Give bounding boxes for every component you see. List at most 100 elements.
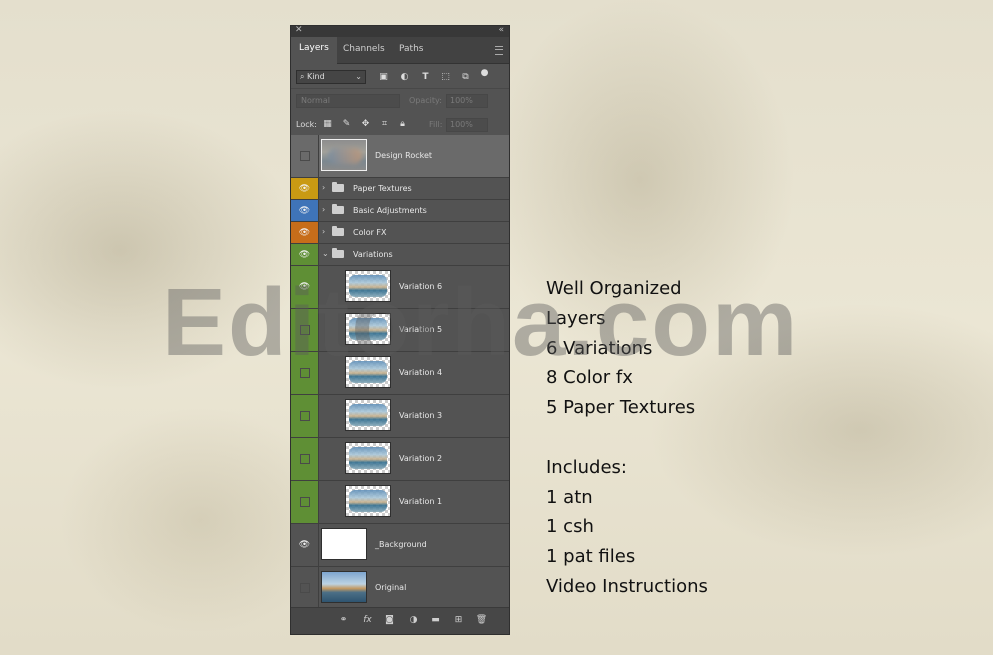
include-item: Video Instructions [546,575,708,597]
lock-all-icon[interactable]: 🔒︎ [397,119,408,130]
thumbnail-art [349,490,387,512]
layer-row[interactable]: Variation 1 [291,481,509,524]
visibility-toggle[interactable] [291,395,319,437]
layer-name: Variation 2 [399,454,443,463]
chevron-down-icon[interactable]: ⌄ [322,249,329,258]
layer-name: Design Rocket [375,151,433,160]
tab-channels[interactable]: Channels [343,44,385,54]
layer-thumbnail [345,270,391,302]
layer-row[interactable]: Original [291,567,509,610]
layer-thumbnail [321,139,367,171]
lock-artboard-icon[interactable]: ⌗ [379,119,390,130]
filter-row: ⌕ Kind ⌄ ▣ ◐ T ⬚ ⧉ ● [291,64,509,88]
chevron-right-icon[interactable]: › [322,227,325,236]
delete-layer-icon[interactable]: 🗑︎ [475,614,488,627]
feature-list: Well Organized Layers 6 Variations 8 Col… [546,274,708,602]
eye-icon: 👁︎ [298,227,311,238]
filter-toggle-icon[interactable]: ● [479,68,490,79]
hidden-icon [300,368,310,378]
shape-filter-icon[interactable]: ⬚ [440,72,451,83]
adjustment-filter-icon[interactable]: ◐ [399,72,410,83]
eye-icon: 👁︎ [298,540,311,550]
add-mask-icon[interactable]: ◙ [383,614,396,627]
layer-thumbnail [321,571,367,603]
tab-paths[interactable]: Paths [399,44,423,54]
opacity-field[interactable]: 100% [446,94,488,108]
visibility-toggle[interactable] [291,438,319,480]
eye-icon: 👁︎ [298,282,311,292]
layer-group-row[interactable]: 👁︎ › Basic Adjustments [291,200,509,222]
visibility-toggle[interactable]: 👁︎ [291,200,319,221]
layer-name: _Background [375,540,427,549]
feature-line: Layers [546,307,606,329]
layer-thumbnail [345,399,391,431]
layer-name: Variation 6 [399,282,443,291]
filter-kind-select[interactable]: ⌕ Kind ⌄ [296,70,366,84]
visibility-toggle[interactable] [291,135,319,177]
thumbnail-art [328,148,362,164]
thumbnail-art [349,404,387,426]
lock-transparent-icon[interactable]: ▦ [322,119,333,130]
visibility-toggle[interactable]: 👁︎ [291,266,319,308]
visibility-toggle[interactable] [291,352,319,394]
layer-row[interactable]: Variation 5 [291,309,509,352]
eye-icon: 👁︎ [298,183,311,194]
new-adjustment-icon[interactable]: ◑ [407,614,420,627]
layer-name: Original [375,583,407,592]
layer-row[interactable]: Design Rocket [291,135,509,178]
close-icon[interactable]: ✕ [295,25,303,35]
filter-kind-label: Kind [307,72,325,81]
include-item: 1 atn [546,486,593,508]
search-icon: ⌕ [300,72,305,81]
panel-tabs: Layers Channels Paths [291,37,509,66]
hidden-icon [300,411,310,421]
visibility-toggle[interactable]: 👁︎ [291,524,319,566]
link-layers-icon[interactable]: ⚭ [337,614,350,627]
feature-line: 5 Paper Textures [546,397,696,419]
layer-group-row[interactable]: 👁︎ › Paper Textures [291,178,509,200]
visibility-toggle[interactable]: 👁︎ [291,222,319,243]
visibility-toggle[interactable] [291,567,319,609]
new-layer-icon[interactable]: ⊞ [452,614,465,627]
layers-panel: ✕ « Layers Channels Paths ⌕ Kind ⌄ ▣ ◐ T… [290,25,510,635]
chevron-right-icon[interactable]: › [322,183,325,192]
layer-group-row[interactable]: 👁︎ › Color FX [291,222,509,244]
layer-row[interactable]: Variation 3 [291,395,509,438]
layer-name: Paper Textures [353,184,412,193]
thumbnail-art [349,318,387,340]
layer-row[interactable]: Variation 4 [291,352,509,395]
feature-line: Well Organized [546,278,682,299]
pixel-filter-icon[interactable]: ▣ [378,72,389,83]
type-filter-icon[interactable]: T [420,72,431,83]
blend-mode-select[interactable]: Normal [296,94,400,108]
fill-field[interactable]: 100% [446,118,488,132]
layer-group-row[interactable]: 👁︎ ⌄ Variations [291,244,509,266]
panel-menu-icon[interactable] [495,46,503,55]
layer-name: Variation 5 [399,325,443,334]
visibility-toggle[interactable]: 👁︎ [291,178,319,199]
thumbnail-art [349,275,387,297]
lock-image-icon[interactable]: ✎ [341,119,352,130]
tab-layers[interactable]: Layers [291,37,337,66]
layer-name: Variation 1 [399,497,443,506]
layer-thumbnail [345,442,391,474]
layer-list: Design Rocket 👁︎ › Paper Textures 👁︎ › Basic A… [291,135,509,610]
visibility-toggle[interactable] [291,309,319,351]
hidden-icon [300,325,310,335]
layer-row[interactable]: Variation 2 [291,438,509,481]
visibility-toggle[interactable] [291,481,319,523]
smart-object-filter-icon[interactable]: ⧉ [460,72,471,83]
folder-icon [332,248,344,258]
layer-name: Variations [353,250,393,259]
lock-position-icon[interactable]: ✥ [360,119,371,130]
collapse-icon[interactable]: « [498,25,504,35]
layer-row[interactable]: 👁︎ Variation 6 [291,266,509,309]
include-item: 1 csh [546,516,594,538]
chevron-right-icon[interactable]: › [322,205,325,214]
layer-row[interactable]: 👁︎ _Background [291,524,509,567]
layer-thumbnail [321,528,367,560]
visibility-toggle[interactable]: 👁︎ [291,244,319,265]
fx-icon[interactable]: fx [361,614,374,627]
layer-name: Variation 4 [399,368,443,377]
new-group-icon[interactable]: ▬ [429,614,442,627]
